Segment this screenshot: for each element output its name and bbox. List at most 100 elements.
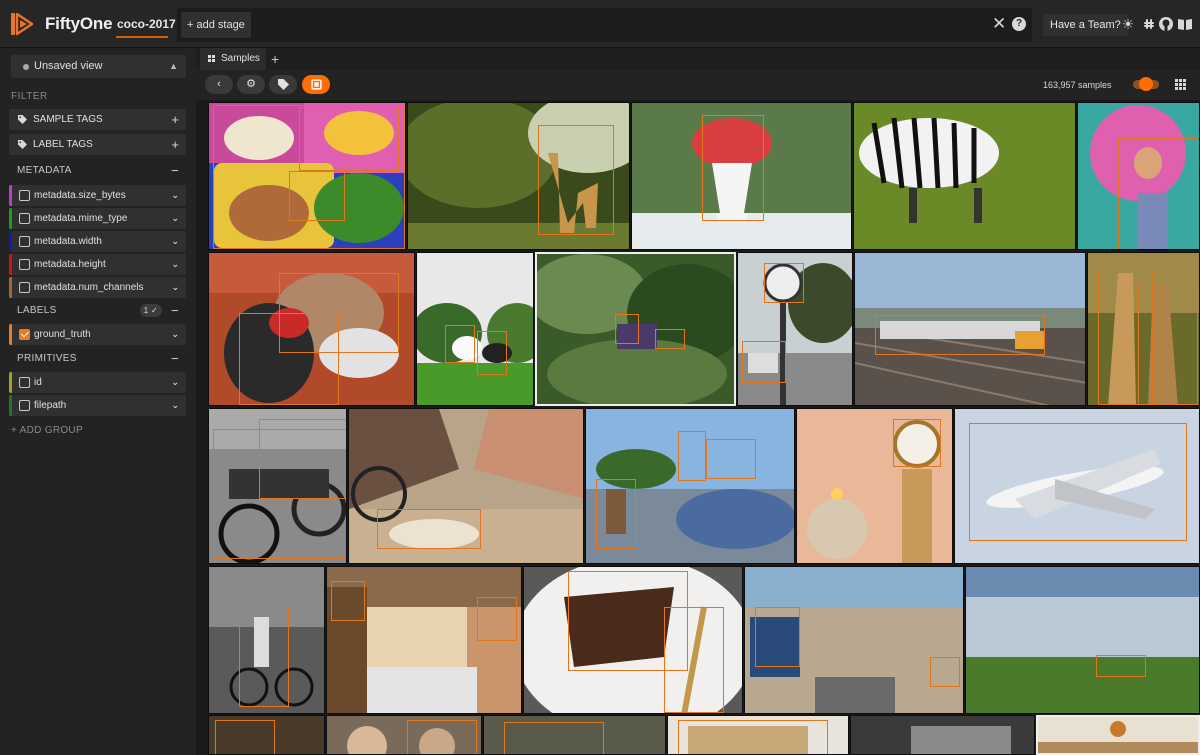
- chevron-down-icon[interactable]: ⌄: [171, 254, 179, 275]
- field-checkbox-checked[interactable]: [19, 329, 30, 340]
- field-checkbox[interactable]: [19, 213, 30, 224]
- app-title[interactable]: FiftyOne: [45, 14, 113, 34]
- sample-tile[interactable]: [523, 566, 743, 714]
- sample-tile[interactable]: [796, 408, 953, 564]
- have-a-team-button[interactable]: Have a Team?: [1043, 14, 1128, 36]
- field-checkbox[interactable]: [19, 400, 30, 411]
- sample-tile[interactable]: [416, 252, 534, 406]
- detection-box: [407, 720, 477, 754]
- field-row-num-channels[interactable]: metadata.num_channels ⌄: [9, 277, 186, 298]
- view-bar[interactable]: [177, 8, 1032, 42]
- expand-plus-icon[interactable]: +: [171, 109, 179, 130]
- view-selector[interactable]: Unsaved view ▲: [11, 55, 186, 78]
- sample-tags-row[interactable]: SAMPLE TAGS +: [9, 109, 186, 130]
- zoom-slider[interactable]: [1133, 77, 1159, 91]
- field-row-size-bytes[interactable]: metadata.size_bytes ⌄: [9, 185, 186, 206]
- sample-tile[interactable]: [208, 715, 325, 755]
- chevron-down-icon[interactable]: ⌄: [171, 395, 179, 416]
- chevron-down-icon[interactable]: ⌄: [171, 231, 179, 252]
- sample-tile[interactable]: [208, 408, 347, 564]
- field-row-ground-truth[interactable]: ground_truth ⌄: [9, 324, 186, 345]
- field-row-width[interactable]: metadata.width ⌄: [9, 231, 186, 252]
- sample-tile[interactable]: [1077, 102, 1200, 250]
- sample-tile[interactable]: [483, 715, 666, 755]
- sample-tile[interactable]: [965, 566, 1200, 714]
- field-checkbox[interactable]: [19, 236, 30, 247]
- add-tab-button[interactable]: +: [271, 48, 279, 70]
- chevron-down-icon[interactable]: ⌄: [171, 372, 179, 393]
- detection-box: [664, 607, 724, 713]
- detection-box: [596, 479, 636, 549]
- help-icon[interactable]: ?: [1012, 17, 1026, 31]
- fiftyone-logo-icon[interactable]: [10, 12, 34, 36]
- sample-tile[interactable]: [407, 102, 630, 250]
- collapse-minus-icon[interactable]: −: [171, 300, 179, 321]
- detection-box: [755, 607, 800, 667]
- slack-icon[interactable]: [1141, 16, 1157, 32]
- field-row-filepath[interactable]: filepath ⌄: [9, 395, 186, 416]
- patches-button[interactable]: [302, 75, 330, 94]
- slider-handle[interactable]: [1139, 77, 1153, 91]
- detection-box: [706, 439, 756, 479]
- sample-tile[interactable]: [208, 102, 406, 250]
- close-icon[interactable]: ✕: [992, 14, 1006, 34]
- field-checkbox[interactable]: [19, 259, 30, 270]
- sample-tile[interactable]: [535, 252, 736, 406]
- add-stage-button[interactable]: + add stage: [181, 12, 251, 38]
- collapse-sidebar-button[interactable]: ‹: [205, 75, 233, 94]
- expand-plus-icon[interactable]: +: [171, 134, 179, 155]
- chevron-down-icon[interactable]: ⌄: [171, 324, 179, 345]
- sample-tile[interactable]: [854, 252, 1086, 406]
- light-mode-icon[interactable]: ☀: [1120, 16, 1136, 32]
- sample-tile[interactable]: [208, 252, 415, 406]
- detection-box: [477, 597, 517, 641]
- settings-button[interactable]: ⚙: [237, 75, 265, 94]
- collapse-minus-icon[interactable]: −: [171, 348, 179, 369]
- tag-button[interactable]: [269, 75, 297, 94]
- status-dot-icon: [23, 64, 29, 70]
- github-icon[interactable]: [1158, 16, 1174, 32]
- detection-box: [215, 720, 275, 754]
- docs-icon[interactable]: [1177, 16, 1193, 32]
- field-row-id[interactable]: id ⌄: [9, 372, 186, 393]
- collapse-minus-icon[interactable]: −: [171, 160, 179, 181]
- sample-tile[interactable]: [954, 408, 1200, 564]
- sample-tile[interactable]: [585, 408, 795, 564]
- sample-tile[interactable]: [850, 715, 1035, 755]
- sample-tile[interactable]: [1087, 252, 1200, 406]
- sample-tile[interactable]: [737, 252, 853, 406]
- sample-tile[interactable]: [667, 715, 849, 755]
- field-label: metadata.size_bytes: [34, 190, 126, 201]
- detection-box: [538, 125, 614, 235]
- field-color-bar: [9, 185, 12, 206]
- labels-section-header[interactable]: LABELS 1 ✓ −: [9, 300, 186, 321]
- field-checkbox[interactable]: [19, 282, 30, 293]
- tab-samples[interactable]: Samples: [200, 48, 266, 70]
- sample-tile[interactable]: [1036, 715, 1200, 755]
- field-checkbox[interactable]: [19, 377, 30, 388]
- sample-tile[interactable]: [853, 102, 1076, 250]
- field-color-bar: [9, 277, 12, 298]
- field-row-mime-type[interactable]: metadata.mime_type ⌄: [9, 208, 186, 229]
- sample-tile[interactable]: [631, 102, 852, 250]
- sample-tile[interactable]: [208, 566, 325, 714]
- dataset-selector[interactable]: coco-2017: [117, 17, 176, 31]
- chevron-down-icon[interactable]: ⌄: [171, 277, 179, 298]
- metadata-section-header[interactable]: METADATA −: [9, 160, 186, 181]
- chevron-down-icon[interactable]: ⌄: [171, 185, 179, 206]
- label-tags-row[interactable]: LABEL TAGS +: [9, 134, 186, 155]
- view-selector-label: Unsaved view: [34, 60, 103, 72]
- sample-tile[interactable]: [348, 408, 584, 564]
- field-checkbox[interactable]: [19, 190, 30, 201]
- add-group-button[interactable]: + ADD GROUP: [11, 425, 83, 436]
- sample-tile[interactable]: [326, 715, 482, 755]
- field-row-height[interactable]: metadata.height ⌄: [9, 254, 186, 275]
- sample-tile[interactable]: [744, 566, 964, 714]
- primitives-section-header[interactable]: PRIMITIVES −: [9, 348, 186, 369]
- chevron-down-icon[interactable]: ⌄: [171, 208, 179, 229]
- grid-layout-icon[interactable]: [1175, 79, 1186, 90]
- labels-count-badge[interactable]: 1 ✓: [139, 304, 162, 317]
- sample-tile[interactable]: [326, 566, 522, 714]
- dataset-underline: [116, 36, 168, 38]
- detection-box: [477, 331, 507, 375]
